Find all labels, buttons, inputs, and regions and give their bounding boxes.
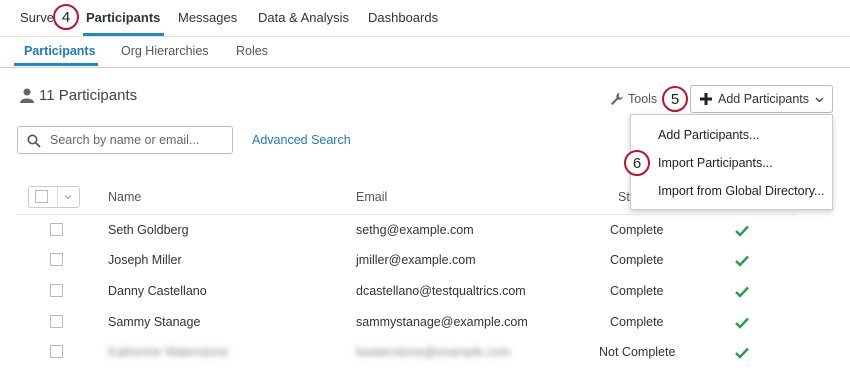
participant-name: Seth Goldberg — [108, 223, 189, 237]
row-checkbox[interactable] — [50, 345, 63, 358]
column-header-name[interactable]: Name — [108, 190, 141, 204]
subtab-participants[interactable]: Participants — [24, 44, 96, 58]
search-input[interactable] — [48, 132, 232, 148]
person-icon — [20, 88, 34, 103]
add-participants-label: Add Participants — [718, 92, 810, 106]
participant-count: 11 Participants — [20, 87, 137, 104]
participant-name: Danny Castellano — [108, 284, 207, 298]
bulk-select-dropdown[interactable] — [28, 186, 80, 208]
participant-status: Complete — [610, 315, 664, 329]
menu-item-import-participants[interactable]: Import Participants... — [658, 156, 773, 170]
menu-item-add-participants[interactable]: Add Participants... — [658, 128, 759, 142]
participant-name: Joseph Miller — [108, 253, 182, 267]
participant-email: jmiller@example.com — [356, 253, 476, 267]
participant-status: Complete — [610, 284, 664, 298]
tab-data-analysis[interactable]: Data & Analysis — [258, 10, 349, 25]
column-header-email[interactable]: Email — [356, 190, 387, 204]
participant-name: Katherine Waterstone — [108, 345, 229, 359]
wrench-icon — [611, 93, 623, 105]
participant-status: Not Complete — [599, 345, 676, 359]
participant-count-label: 11 Participants — [39, 87, 138, 104]
search-box[interactable] — [17, 126, 233, 154]
top-nav: Survey Participants Messages Data & Anal… — [0, 0, 850, 37]
advanced-search-link[interactable]: Advanced Search — [252, 133, 351, 147]
column-header-status[interactable]: St — [618, 190, 630, 204]
callout-4: 4 — [53, 4, 79, 30]
select-all-checkbox[interactable] — [35, 190, 48, 203]
callout-5: 5 — [662, 86, 688, 112]
participant-status: Complete — [610, 253, 664, 267]
row-checkbox[interactable] — [50, 284, 63, 297]
participant-email: dcastellano@testqualtrics.com — [356, 284, 526, 298]
checkmark-icon — [735, 255, 749, 267]
checkmark-icon — [735, 225, 749, 237]
search-icon — [27, 134, 41, 148]
chevron-down-icon — [815, 97, 824, 103]
participant-email: sammystanage@example.com — [356, 315, 528, 329]
header-divider — [17, 214, 797, 215]
tools-label: Tools — [628, 92, 658, 106]
subtab-roles[interactable]: Roles — [236, 44, 268, 58]
subtab-org-hierarchies[interactable]: Org Hierarchies — [121, 44, 209, 58]
participant-email: kwaterstone@example.com — [356, 345, 511, 359]
participant-status: Complete — [610, 223, 664, 237]
checkmark-icon — [735, 286, 749, 298]
row-checkbox[interactable] — [50, 223, 63, 236]
row-checkbox[interactable] — [50, 253, 63, 266]
checkmark-icon — [735, 317, 749, 329]
add-participants-menu: Add Participants... Import Participants.… — [630, 114, 833, 210]
sub-nav: Participants Org Hierarchies Roles — [0, 37, 850, 68]
active-subtab-indicator — [14, 63, 98, 66]
callout-6: 6 — [624, 150, 650, 176]
add-participants-button[interactable]: Add Participants — [690, 85, 833, 113]
checkmark-icon — [735, 347, 749, 359]
chevron-down-icon — [64, 195, 72, 200]
tab-participants[interactable]: Participants — [86, 10, 160, 25]
participant-name: Sammy Stanage — [108, 315, 201, 329]
plus-icon — [700, 93, 712, 105]
tab-dashboards[interactable]: Dashboards — [368, 10, 438, 25]
menu-item-import-global-directory[interactable]: Import from Global Directory... — [658, 184, 824, 198]
participant-email: sethg@example.com — [356, 223, 474, 237]
active-tab-indicator — [83, 33, 164, 36]
tab-messages[interactable]: Messages — [178, 10, 237, 25]
row-checkbox[interactable] — [50, 315, 63, 328]
tools-button[interactable]: Tools — [610, 92, 657, 106]
